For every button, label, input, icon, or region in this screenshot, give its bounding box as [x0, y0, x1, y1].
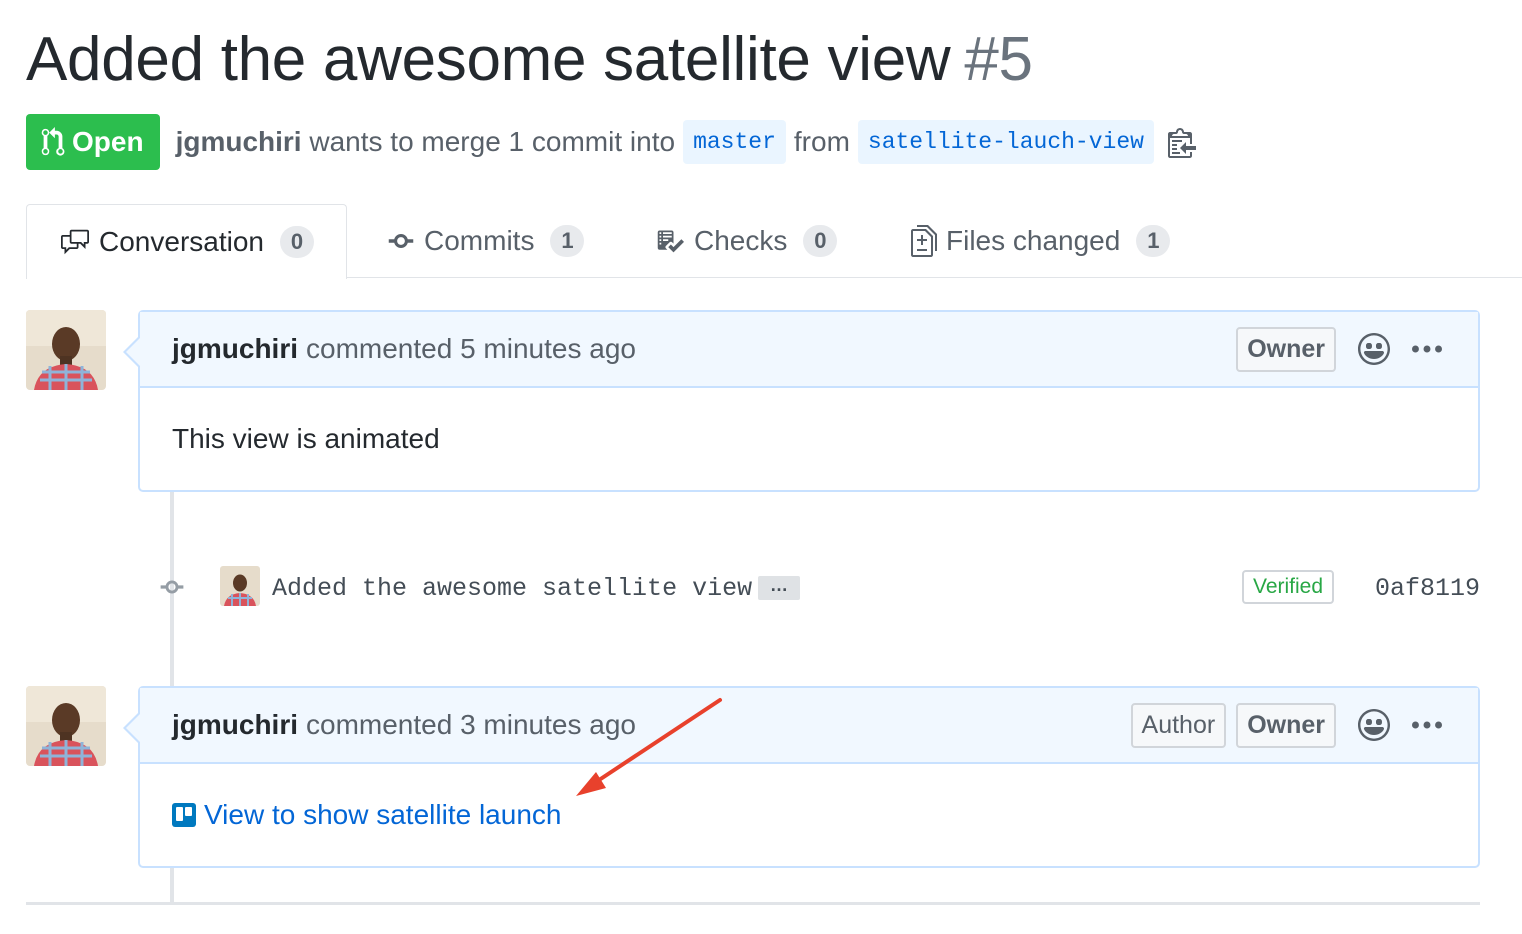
clippy-icon: [1167, 128, 1196, 158]
pr-number: #5: [964, 25, 1033, 94]
tab-files-changed[interactable]: Files changed 1: [910, 204, 1171, 278]
tab-label: Files changed: [946, 225, 1121, 256]
merge-summary: jgmuchiri wants to merge 1 commit into: [176, 126, 676, 158]
verified-badge[interactable]: Verified: [1242, 570, 1335, 604]
timeline-divider: [26, 902, 1480, 905]
file-diff-icon: [911, 225, 937, 257]
comment-actions: Owner: [1226, 312, 1442, 386]
pr-tabs: Conversation 0 Commits 1 Checks 0 Files …: [26, 204, 1522, 279]
pr-author-link[interactable]: jgmuchiri: [176, 126, 302, 157]
tab-checks[interactable]: Checks 0: [654, 204, 838, 278]
git-commit-icon: [160, 580, 184, 594]
trello-card-link[interactable]: View to show satellite launch: [172, 799, 561, 831]
tab-label: Commits: [424, 225, 535, 256]
from-text: from: [793, 126, 850, 157]
tab-counter: 1: [1136, 225, 1171, 257]
comment-body: View to show satellite launch: [140, 764, 1478, 866]
owner-label: Owner: [1236, 326, 1336, 372]
comment-body: This view is animated: [172, 423, 440, 454]
commit-row: Added the awesome satellite view … Verif…: [156, 566, 1480, 608]
comment-card: jgmuchiri commented 3 minutes ago Author…: [123, 686, 1480, 868]
annotation-arrow: [576, 698, 722, 796]
tab-commits[interactable]: Commits 1: [386, 204, 585, 278]
comment-actions: Author Owner: [1121, 688, 1442, 762]
tab-conversation[interactable]: Conversation 0: [26, 204, 347, 279]
expand-commit-button[interactable]: …: [758, 576, 800, 600]
commit-sha-link[interactable]: 0af8119: [1375, 574, 1480, 603]
trello-link-text: View to show satellite launch: [204, 799, 562, 830]
more-options-button[interactable]: [1412, 342, 1442, 356]
owner-label: Owner: [1236, 702, 1336, 748]
git-commit-icon: [388, 234, 414, 248]
head-branch[interactable]: satellite-lauch-view: [857, 120, 1154, 164]
git-pull-request-icon: [41, 127, 65, 156]
add-reaction-button[interactable]: [1358, 333, 1390, 365]
state-label: Open: [72, 126, 144, 157]
checklist-icon: [657, 230, 684, 253]
user-avatar-image: [26, 686, 106, 766]
smiley-icon: [1358, 333, 1390, 365]
kebab-horizontal-icon: [1412, 721, 1442, 729]
copy-branch-button[interactable]: [1167, 126, 1196, 158]
user-avatar-image: [220, 566, 260, 606]
kebab-horizontal-icon: [1412, 345, 1442, 353]
comment-card: jgmuchiri commented 5 minutes ago Owner …: [123, 310, 1480, 492]
comment-author-link[interactable]: jgmuchiri: [172, 333, 298, 365]
comment-discussion-icon: [61, 229, 89, 255]
state-badge-open: Open: [26, 114, 160, 170]
tab-counter: 0: [279, 226, 314, 258]
commit-message-link[interactable]: Added the awesome satellite view: [272, 574, 752, 603]
commit-avatar[interactable]: [220, 566, 260, 606]
smiley-icon: [1358, 709, 1390, 741]
pr-title-text: Added the awesome satellite view: [26, 25, 951, 94]
comment-header: jgmuchiri commented 3 minutes ago Author…: [140, 688, 1478, 764]
tab-label: Checks: [694, 225, 788, 256]
avatar[interactable]: [26, 686, 106, 766]
add-reaction-button[interactable]: [1358, 709, 1390, 741]
avatar[interactable]: [26, 310, 106, 390]
trello-icon: [172, 803, 196, 827]
more-options-button[interactable]: [1412, 718, 1442, 732]
user-avatar-image: [26, 310, 106, 390]
pr-title: Added the awesome satellite view #5: [26, 24, 1033, 95]
base-branch[interactable]: master: [683, 120, 786, 164]
pr-meta: Open jgmuchiri wants to merge 1 commit i…: [26, 114, 1196, 170]
comment-timestamp-link[interactable]: commented 5 minutes ago: [306, 333, 636, 365]
comment-header: jgmuchiri commented 5 minutes ago Owner: [140, 312, 1478, 388]
tab-label: Conversation: [99, 226, 264, 257]
tab-counter: 1: [550, 225, 585, 257]
author-label: Author: [1130, 702, 1227, 748]
tab-counter: 0: [803, 225, 838, 257]
merge-text: wants to merge 1 commit into: [309, 126, 676, 157]
comment-author-link[interactable]: jgmuchiri: [172, 709, 298, 741]
